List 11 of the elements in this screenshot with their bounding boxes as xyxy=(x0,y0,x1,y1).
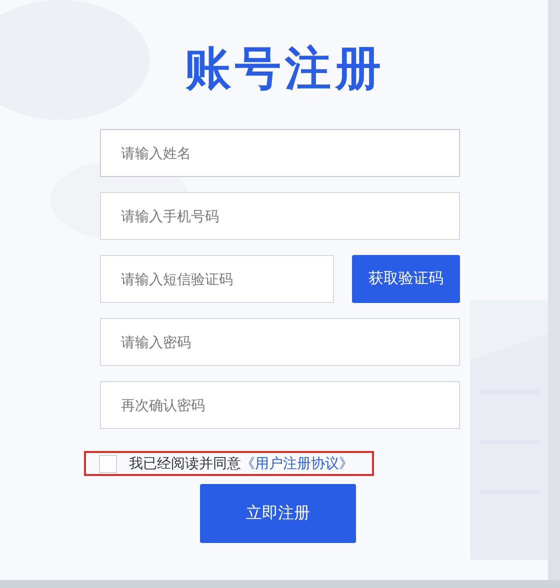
register-button[interactable]: 立即注册 xyxy=(200,484,356,543)
input-field[interactable]: 请输入手机号码 xyxy=(100,192,460,240)
agreement-link[interactable]: 《用户注册协议》 xyxy=(241,453,353,474)
input-field[interactable]: 请输入密码 xyxy=(100,318,460,366)
agreement-text: 我已经阅读并同意 xyxy=(129,454,241,473)
input-field[interactable]: 请输入短信验证码 xyxy=(100,255,334,303)
page-title: 账号注册 xyxy=(185,42,385,94)
checkbox[interactable] xyxy=(99,454,117,472)
get-code-button[interactable]: 获取验证码 xyxy=(352,255,460,303)
input-field[interactable]: 请输入姓名 xyxy=(100,129,460,177)
input-field[interactable]: 再次确认密码 xyxy=(100,381,460,429)
